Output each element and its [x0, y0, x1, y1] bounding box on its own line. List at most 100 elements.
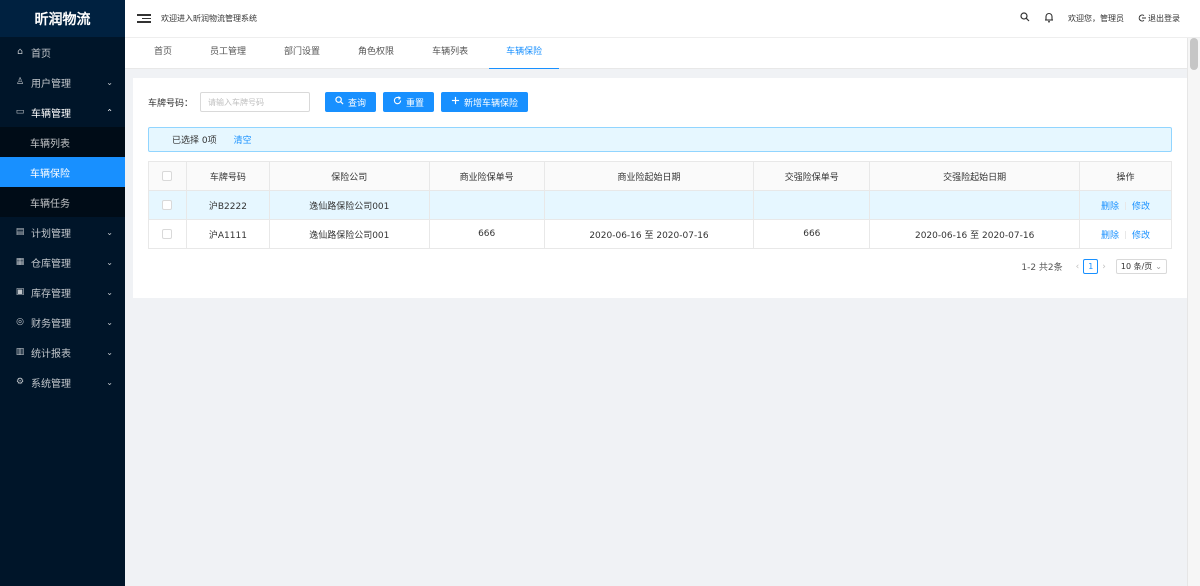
- reset-label: 重置: [406, 98, 425, 109]
- delete-link[interactable]: 删除: [1101, 231, 1119, 241]
- chevron-down-icon: ⌄: [106, 257, 113, 267]
- sidebar-item-label: 库存管理: [31, 288, 71, 300]
- menu-fold-icon[interactable]: [137, 14, 151, 23]
- page-1-button[interactable]: 1: [1083, 259, 1099, 274]
- edit-link[interactable]: 修改: [1132, 231, 1150, 241]
- add-insurance-button[interactable]: 新增车辆保险: [441, 92, 529, 112]
- compulsory-no-cell: [753, 190, 871, 220]
- sidebar-subitem-vehicle-list[interactable]: 车辆列表: [0, 127, 125, 157]
- logout-label: 退出登录: [1148, 14, 1180, 23]
- user-greeting[interactable]: 欢迎您，管理员: [1068, 13, 1124, 24]
- tab-employees[interactable]: 员工管理: [193, 38, 263, 69]
- car-icon: ▭: [15, 107, 25, 117]
- sidebar-item-label: 系统管理: [31, 378, 71, 390]
- sidebar-item-users[interactable]: ♙ 用户管理 ⌄: [0, 67, 125, 97]
- column-header: 交强险起始日期: [869, 161, 1081, 191]
- sidebar-item-vehicles[interactable]: ▭ 车辆管理 ⌃: [0, 97, 125, 127]
- clear-selection-link[interactable]: 清空: [234, 133, 252, 146]
- edit-link[interactable]: 修改: [1132, 202, 1150, 212]
- pagination: 1-2 共2条 ‹ 1 › 10 条/页 ⌄: [1021, 259, 1167, 274]
- sidebar-subitem-vehicle-tasks[interactable]: 车辆任务: [0, 187, 125, 217]
- page-size-value: 10 条/页: [1120, 262, 1153, 271]
- sidebar-item-finance[interactable]: ◎ 财务管理 ⌄: [0, 307, 125, 337]
- tab-vehicle-list[interactable]: 车辆列表: [415, 38, 485, 69]
- sidebar-item-system[interactable]: ⚙ 系统管理 ⌄: [0, 367, 125, 397]
- tab-roles[interactable]: 角色权限: [341, 38, 411, 69]
- commercial-no-cell: 666: [429, 219, 545, 249]
- sidebar-item-label: 首页: [31, 48, 51, 60]
- chevron-left-icon[interactable]: ‹: [1072, 262, 1084, 272]
- select-all-cell[interactable]: [148, 161, 187, 191]
- page-tabs: 首页 员工管理 部门设置 角色权限 车辆列表 车辆保险: [125, 38, 1187, 69]
- warehouse-icon: ▦: [15, 257, 25, 267]
- app-logo: 昕润物流: [0, 0, 125, 37]
- plus-icon: [451, 96, 460, 108]
- company-cell: 逸仙路保险公司001: [269, 219, 430, 249]
- column-header: 商业险保单号: [429, 161, 545, 191]
- scrollbar-thumb[interactable]: [1190, 38, 1198, 70]
- chevron-down-icon: ⌄: [106, 77, 113, 87]
- column-header: 车牌号码: [186, 161, 270, 191]
- add-label: 新增车辆保险: [464, 98, 519, 109]
- vehicles-submenu: 车辆列表 车辆保险 车辆任务: [0, 127, 125, 217]
- selection-alert: 已选择 0项 清空: [148, 127, 1172, 152]
- welcome-text: 欢迎进入昕润物流管理系统: [161, 14, 257, 23]
- commercial-date-cell: 2020-06-16 至 2020-07-16: [544, 219, 755, 249]
- sidebar-item-inventory[interactable]: ▣ 库存管理 ⌄: [0, 277, 125, 307]
- reset-button[interactable]: 重置: [383, 92, 435, 112]
- sidebar-item-label: 统计报表: [31, 348, 71, 360]
- commercial-date-cell: [544, 190, 755, 220]
- sidebar-item-label: 仓库管理: [31, 258, 71, 270]
- chevron-down-icon: ⌄: [106, 317, 113, 327]
- chevron-up-icon: ⌃: [106, 107, 113, 117]
- bell-icon[interactable]: [1044, 12, 1054, 26]
- search-form: 车牌号码： 查询 重置 新增车辆保险: [148, 92, 529, 112]
- delete-link[interactable]: 删除: [1101, 202, 1119, 212]
- tab-vehicle-insurance[interactable]: 车辆保险: [489, 38, 560, 69]
- search-icon: [335, 96, 344, 108]
- finance-icon: ◎: [16, 317, 24, 327]
- chevron-down-icon: ⌄: [106, 347, 113, 357]
- chevron-right-icon[interactable]: ›: [1098, 262, 1110, 272]
- query-button[interactable]: 查询: [325, 92, 377, 112]
- selected-count: 已选择 0项: [172, 136, 217, 146]
- action-divider: [1125, 202, 1127, 210]
- vertical-scrollbar[interactable]: [1187, 38, 1200, 586]
- company-cell: 逸仙路保险公司001: [269, 190, 430, 220]
- sidebar-item-home[interactable]: ⌂ 首页: [0, 37, 125, 67]
- home-icon: ⌂: [17, 47, 23, 57]
- header-actions: 欢迎您，管理员 退出登录: [1020, 12, 1200, 26]
- table-row[interactable]: 沪A1111 逸仙路保险公司001 666 2020-06-16 至 2020-…: [148, 219, 1172, 249]
- sidebar: 昕润物流 ⌂ 首页 ♙ 用户管理 ⌄ ▭ 车辆管理 ⌃ 车辆列表 车辆保险 车辆…: [0, 0, 125, 586]
- plate-label: 车牌号码：: [148, 98, 194, 109]
- chevron-down-icon: ⌄: [1155, 262, 1162, 271]
- logout-icon: [1138, 14, 1146, 24]
- compulsory-no-cell: 666: [753, 219, 871, 249]
- table-row[interactable]: 沪B2222 逸仙路保险公司001 删除 修改: [148, 190, 1172, 220]
- actions-cell: 删除 修改: [1079, 219, 1172, 249]
- column-header: 商业险起始日期: [544, 161, 755, 191]
- sidebar-item-label: 用户管理: [31, 78, 71, 90]
- tab-departments[interactable]: 部门设置: [267, 38, 337, 69]
- select-all-checkbox[interactable]: [162, 170, 173, 181]
- row-select-cell[interactable]: [148, 190, 187, 220]
- plan-icon: ▤: [15, 227, 25, 237]
- sidebar-subitem-vehicle-insurance[interactable]: 车辆保险: [0, 157, 125, 187]
- sidebar-item-reports[interactable]: ▥ 统计报表 ⌄: [0, 337, 125, 367]
- tab-home[interactable]: 首页: [137, 38, 189, 69]
- row-select-cell[interactable]: [148, 219, 187, 249]
- logout-button[interactable]: 退出登录: [1138, 13, 1180, 24]
- page-size-select[interactable]: 10 条/页 ⌄: [1115, 259, 1167, 274]
- row-checkbox[interactable]: [162, 228, 173, 239]
- sidebar-item-warehouse[interactable]: ▦ 仓库管理 ⌄: [0, 247, 125, 277]
- plate-search-input[interactable]: [200, 92, 311, 112]
- sidebar-item-plans[interactable]: ▤ 计划管理 ⌄: [0, 217, 125, 247]
- column-header: 保险公司: [269, 161, 430, 191]
- inventory-icon: ▣: [15, 287, 25, 297]
- search-icon[interactable]: [1020, 12, 1030, 25]
- sidebar-item-label: 车辆管理: [31, 108, 71, 120]
- column-header: 操作: [1079, 161, 1172, 191]
- row-checkbox[interactable]: [162, 199, 173, 210]
- plate-cell: 沪B2222: [186, 190, 270, 220]
- sidebar-subitem-label: 车辆任务: [30, 198, 70, 210]
